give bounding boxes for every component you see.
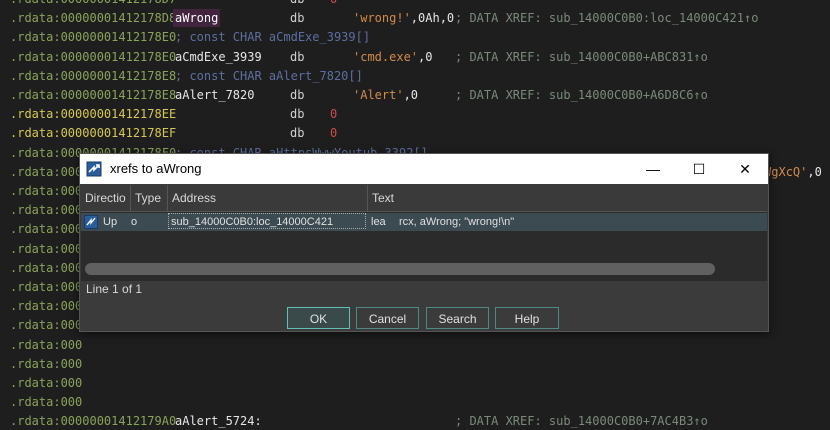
column-header-text[interactable]: Text xyxy=(368,185,767,211)
close-button[interactable]: ✕ xyxy=(722,154,768,184)
line-address: .rdata:000 xyxy=(10,222,83,237)
line-address: .rdata:000 xyxy=(10,203,83,218)
operand-token: ,0 xyxy=(403,88,419,102)
status-line: Line 1 of 1 xyxy=(86,282,143,296)
line-operands: 'wrong!',0Ah,0 xyxy=(353,9,454,27)
maximize-button[interactable]: ☐ xyxy=(676,154,722,184)
line-label[interactable]: aCmdExe_3939 xyxy=(175,48,262,66)
line-address: .rdata:000 xyxy=(10,260,83,275)
line-address: .rdata:00000001412179A0 xyxy=(10,414,177,429)
line-address: .rdata:00000001412178EF xyxy=(10,126,177,141)
xrefs-dialog: xrefs to aWrong — ☐ ✕ Directio Type Addr… xyxy=(79,153,769,332)
row-address: sub_14000C0B0:loc_14000C421 xyxy=(168,213,366,229)
disasm-line[interactable]: .rdata:000 xyxy=(0,374,830,392)
line-address: .rdata:00000001412178E8 xyxy=(10,68,177,83)
disasm-line[interactable]: .rdata:00000001412178E8 aAlert_7820 db 'Ale… xyxy=(0,86,830,104)
disasm-line[interactable]: .rdata:000 xyxy=(0,355,830,373)
line-address: .rdata:000 xyxy=(10,318,83,333)
line-address: .rdata:000 xyxy=(10,241,83,256)
operand-token: 'Alert' xyxy=(353,88,404,102)
operand-token: ,0Ah,0 xyxy=(410,11,455,26)
table-header: Directio Type Address Text xyxy=(81,185,767,212)
ok-button[interactable]: OK xyxy=(287,307,350,329)
line-address: .rdata:000 xyxy=(10,337,83,352)
table-row[interactable]: Up o sub_14000C0B0:loc_14000C421 lea rcx… xyxy=(81,213,767,231)
column-header-type[interactable]: Type xyxy=(131,185,168,211)
line-operands: 'cmd.exe',0 xyxy=(353,48,432,66)
xref-comment: ; DATA XREF: sub_14000C0B0+7AC4B3↑o xyxy=(455,414,708,429)
line-address: .rdata:000 xyxy=(10,376,83,390)
line-address: .rdata:000 xyxy=(10,299,83,314)
disasm-line[interactable]: .rdata:00000001412178EE db 0 xyxy=(0,105,830,123)
operand-token: ,0 xyxy=(418,49,433,64)
xref-comment: ; DATA XREF: sub_14000C0B0:loc_14000C421… xyxy=(455,11,759,26)
xref-comment: ; DATA XREF: sub_14000C0B0+A6D8C6↑o xyxy=(455,88,708,102)
disasm-line[interactable]: .rdata:000 xyxy=(0,393,830,411)
column-header-direction[interactable]: Directio xyxy=(81,185,131,211)
operand-token: 'wrong!' xyxy=(353,11,411,26)
row-text-instruction: lea xyxy=(371,216,386,228)
line-operands: 'Alert',0 xyxy=(353,86,418,104)
line-address: .rdata:00000001412178D7 xyxy=(10,0,176,8)
disasm-line[interactable]: .rdata:00000001412178E8; const CHAR aAle… xyxy=(0,67,830,85)
line-comment: ; const CHAR aCmdExe_3939[] xyxy=(175,30,371,45)
line-label[interactable]: aWrong xyxy=(173,9,221,28)
xref-arrow-icon xyxy=(84,215,98,229)
row-text-operands: rcx, aWrong; "wrong!\n" xyxy=(399,216,515,228)
xref-comment: ; DATA XREF: sub_14000C0B0+ABC831↑o xyxy=(455,49,708,64)
line-directive: db xyxy=(290,88,305,102)
disasm-line[interactable]: .rdata:00000001412178E0; const CHAR aCmd… xyxy=(0,28,830,46)
line-address: .rdata:000 xyxy=(10,280,83,294)
line-address: .rdata:000 xyxy=(10,356,83,371)
operand-token: 0 xyxy=(330,107,338,122)
line-comment: ; const CHAR aAlert_7820[] xyxy=(175,68,363,83)
column-header-address[interactable]: Address xyxy=(168,185,368,211)
xrefs-icon xyxy=(86,161,102,177)
line-label[interactable]: aAlert_5724: xyxy=(175,412,262,430)
disasm-line[interactable]: .rdata:000 xyxy=(0,336,830,354)
dialog-titlebar[interactable]: xrefs to aWrong — ☐ ✕ xyxy=(80,154,768,184)
line-address: .rdata:000 xyxy=(10,395,83,410)
line-directive: db xyxy=(290,11,305,26)
line-address: .rdata:00000001412178D8 xyxy=(10,11,177,26)
disasm-line[interactable]: .rdata:00000001412178E0 aCmdExe_3939 db 'cm… xyxy=(0,48,830,66)
cancel-button[interactable]: Cancel xyxy=(356,307,419,329)
line-operands: 0 xyxy=(330,0,337,8)
disasm-line[interactable]: .rdata:00000001412178D8 aWrong db 'wrong!',… xyxy=(0,9,830,28)
horizontal-scrollbar[interactable] xyxy=(85,263,715,275)
operand-token: 0 xyxy=(330,126,338,141)
minimize-button[interactable]: — xyxy=(630,154,676,184)
row-direction: Up xyxy=(103,216,118,228)
help-button[interactable]: Help xyxy=(495,307,559,329)
operand-token: 0 xyxy=(330,0,337,6)
row-type: o xyxy=(131,216,138,228)
line-operands: 0 xyxy=(330,105,337,123)
dialog-title: xrefs to aWrong xyxy=(110,161,202,176)
line-address: .rdata:00000001412178EE xyxy=(10,107,177,122)
line-address: .rdata:00000001412178E0 xyxy=(10,30,177,45)
operand-token: ,0 xyxy=(807,164,822,179)
line-directive: db xyxy=(290,107,305,122)
disasm-line[interactable]: .rdata:00000001412178D7 db 0 xyxy=(0,0,830,8)
line-directive: db xyxy=(290,126,305,141)
disasm-line[interactable]: .rdata:00000001412179A0 aAlert_5724: ; DAT… xyxy=(0,412,830,430)
line-address: .rdata:00000001412178E8 xyxy=(10,88,177,102)
search-button[interactable]: Search xyxy=(426,307,489,329)
line-address: .rdata:00000001412178E0 xyxy=(10,49,177,64)
line-directive: db xyxy=(290,0,304,8)
xrefs-table: Directio Type Address Text Up o sub_1400… xyxy=(81,185,767,281)
line-operands: 0 xyxy=(330,124,337,142)
disasm-line[interactable]: .rdata:00000001412178EF db 0 xyxy=(0,124,830,142)
line-directive: db xyxy=(290,49,305,64)
line-label[interactable]: aAlert_7820 xyxy=(175,86,254,104)
operand-token: 'cmd.exe' xyxy=(353,49,419,64)
